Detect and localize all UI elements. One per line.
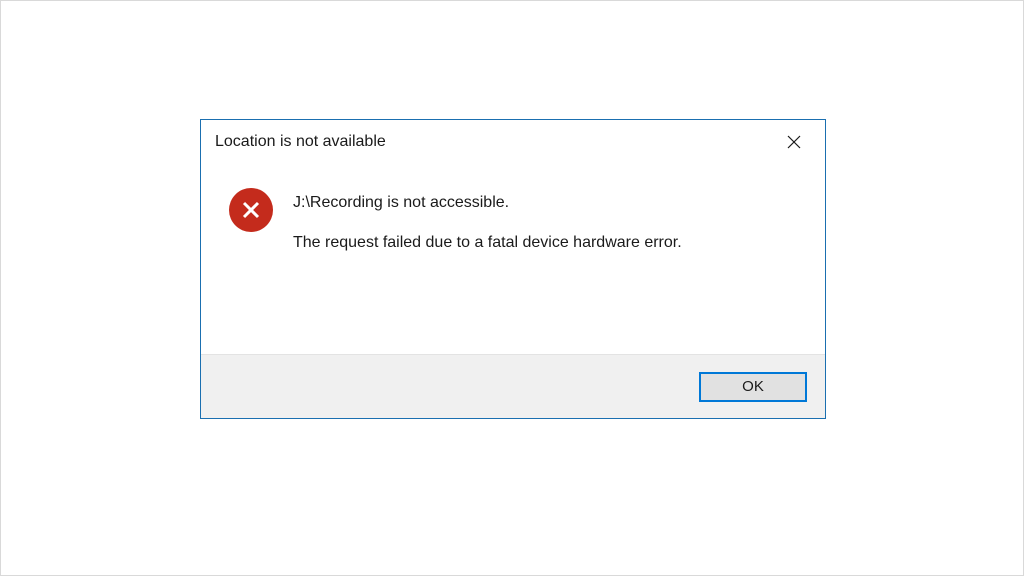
message-column: J:\Recording is not accessible. The requ… [293,188,805,334]
close-icon [787,135,801,149]
icon-column [229,188,273,334]
message-primary: J:\Recording is not accessible. [293,194,805,212]
ok-button[interactable]: OK [699,372,807,402]
dialog-title: Location is not available [215,133,771,151]
dialog-content: J:\Recording is not accessible. The requ… [201,164,825,354]
close-button[interactable] [771,126,817,158]
message-secondary: The request failed due to a fatal device… [293,234,805,252]
error-icon [229,188,273,232]
error-dialog: Location is not available J:\Recording i… [200,119,826,419]
dialog-footer: OK [201,354,825,418]
titlebar: Location is not available [201,120,825,164]
